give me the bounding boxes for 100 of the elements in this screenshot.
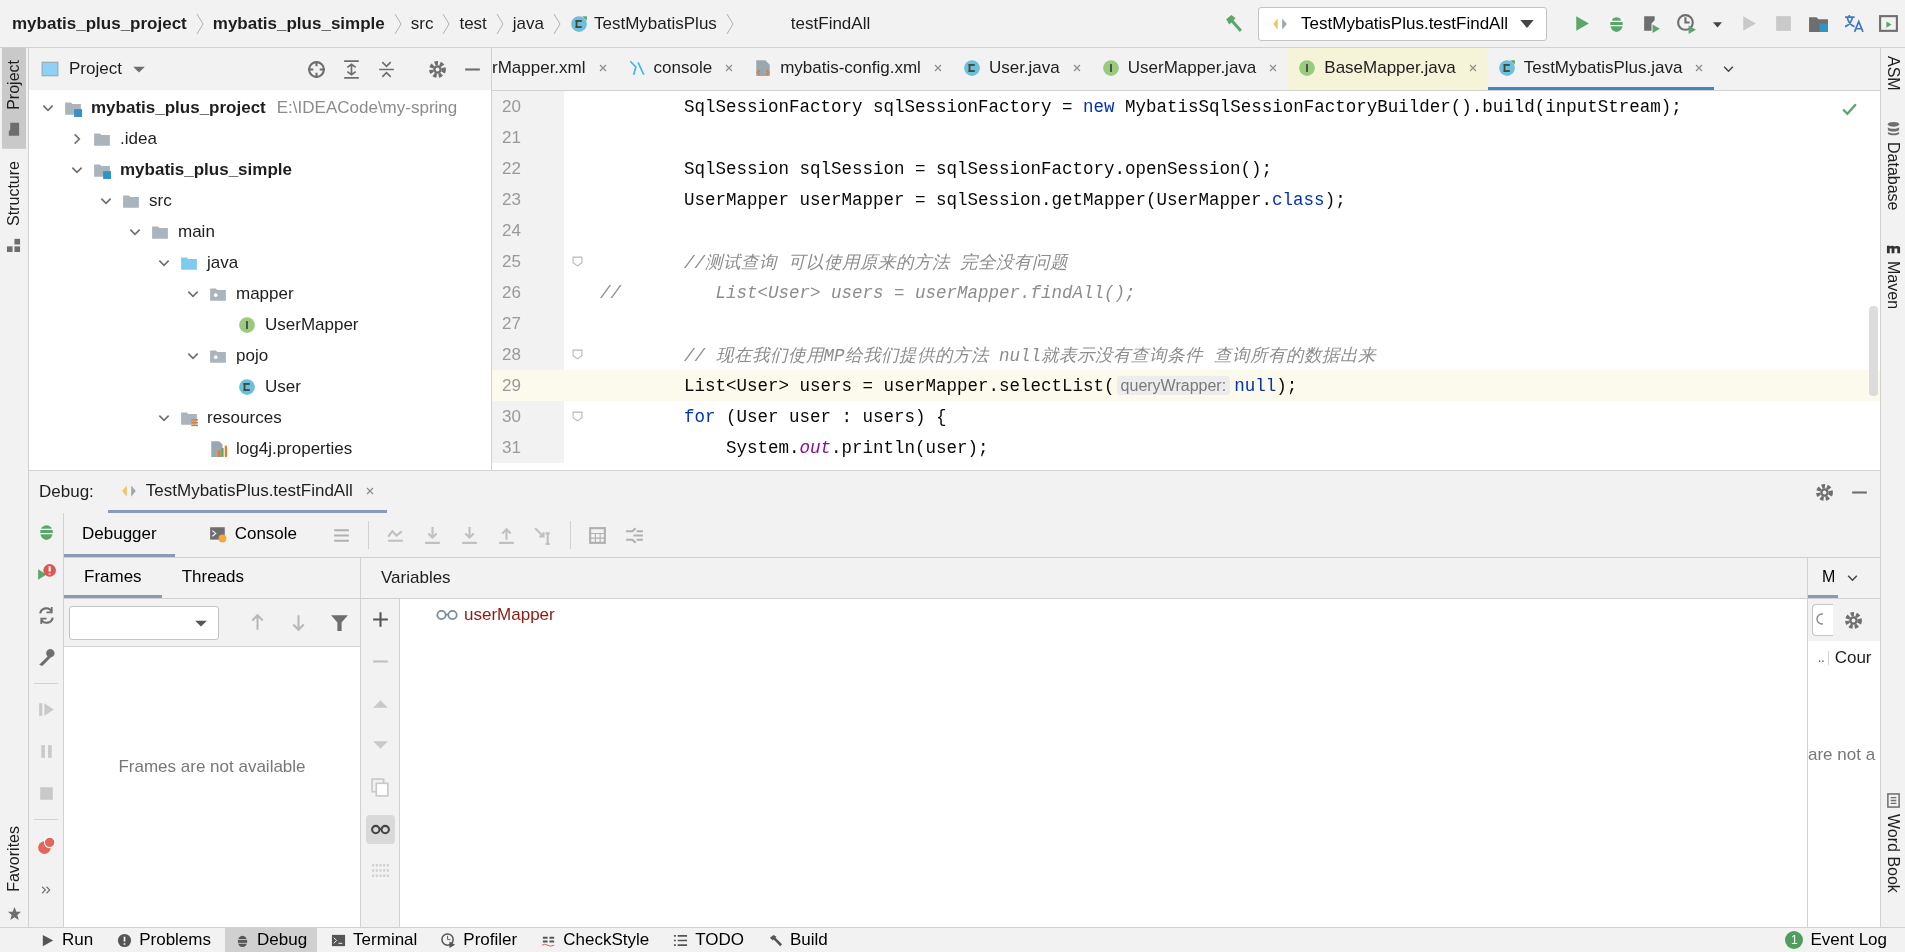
tool-window-tab[interactable]: Database	[1882, 137, 1904, 221]
coverage-icon[interactable]	[1641, 13, 1662, 34]
interface-icon	[1298, 58, 1317, 77]
editor-tab[interactable]: rMapper.xml	[492, 48, 618, 90]
frames-tab[interactable]: Threads	[161, 558, 264, 598]
editor-tab[interactable]: mybatis-config.xml	[744, 48, 953, 90]
fold-marker-icon[interactable]	[572, 349, 583, 360]
tool-window-button[interactable]: Build	[758, 928, 838, 952]
run-icon	[40, 932, 55, 948]
thread-dropdown[interactable]	[69, 605, 219, 640]
calculator-icon[interactable]	[587, 524, 609, 546]
tree-item[interactable]: mapper	[236, 283, 294, 304]
tree-item[interactable]: main	[178, 221, 215, 242]
folder-icon	[6, 121, 22, 137]
scrollbar-thumb[interactable]	[1869, 306, 1878, 396]
tree-item[interactable]: mybatis_plus_project	[91, 97, 266, 118]
caret-icon	[1520, 19, 1534, 28]
breadcrumb[interactable]: java	[512, 13, 544, 34]
tool-window-button[interactable]: TODO	[663, 928, 754, 952]
watches-toggle[interactable]	[365, 815, 395, 844]
editor-tab[interactable]: console	[617, 48, 745, 90]
breadcrumb[interactable]: src	[410, 13, 434, 34]
properties-file-icon	[209, 439, 227, 458]
watch-icon	[436, 608, 458, 622]
tool-window-button[interactable]: Debug	[225, 928, 318, 952]
settings-icon[interactable]	[1814, 481, 1835, 503]
debugger-tab[interactable]: Debugger	[64, 513, 175, 557]
event-log-button[interactable]: 1 Event Log	[1775, 928, 1897, 952]
hammer-icon[interactable]	[1223, 13, 1245, 34]
code-line: // 现在我们使用MP给我们提供的方法 null就表示没有查询条件 查询所有的数据出来	[683, 344, 1376, 367]
tree-item[interactable]: src	[149, 190, 172, 211]
class-icon	[570, 14, 588, 33]
search-field[interactable]	[1812, 604, 1833, 636]
tree-item[interactable]: pojo	[236, 345, 269, 366]
tool-window-tab[interactable]: Structure	[2, 148, 26, 265]
close-icon[interactable]	[724, 62, 735, 73]
editor-tab[interactable]: User.java	[952, 48, 1092, 90]
close-icon[interactable]	[597, 62, 608, 73]
tool-window-tab[interactable]: Word Book	[1882, 810, 1904, 903]
breadcrumb[interactable]: testFindAll	[790, 13, 871, 34]
close-icon[interactable]	[1268, 62, 1279, 73]
debugger-tab[interactable]: Console	[190, 513, 316, 557]
separator-icon	[725, 11, 734, 36]
close-icon[interactable]	[1467, 62, 1478, 73]
tree-item[interactable]: java	[207, 252, 239, 273]
profiler-icon[interactable]	[1676, 13, 1697, 34]
panel-tab[interactable]: M	[1808, 558, 1839, 598]
debug-session-tab[interactable]: TestMybatisPlus.testFindAll	[107, 471, 387, 513]
editor-tab[interactable]: UserMapper.java	[1091, 48, 1289, 90]
close-icon[interactable]	[1694, 62, 1705, 73]
breadcrumb[interactable]: TestMybatisPlus	[594, 13, 717, 34]
copy-icon[interactable]	[369, 777, 391, 798]
frames-tab[interactable]: Frames	[64, 558, 162, 598]
breakpoints-icon[interactable]	[35, 835, 57, 856]
tree-item[interactable]: resources	[207, 407, 282, 428]
structure-icon	[6, 237, 22, 253]
tree-item[interactable]: mybatis_plus_simple	[120, 159, 292, 180]
column-header: ..	[1818, 651, 1829, 665]
close-icon[interactable]	[1071, 62, 1082, 73]
tool-window-button[interactable]: CheckStyle	[531, 928, 660, 952]
tool-window-button[interactable]: Problems	[107, 928, 221, 952]
separator-icon	[442, 11, 451, 36]
line-number: 20	[492, 91, 564, 122]
book-icon	[1885, 793, 1901, 809]
locate-icon[interactable]	[306, 58, 327, 80]
module-path: E:\IDEACode\my-spring	[276, 97, 458, 118]
tool-window-button[interactable]: Run	[30, 928, 104, 952]
tree-item[interactable]: UserMapper	[265, 314, 359, 335]
tree-item[interactable]: User	[265, 376, 301, 397]
close-icon[interactable]	[932, 62, 943, 73]
editor-tab[interactable]: TestMybatisPlus.java	[1487, 48, 1715, 90]
expand-all-icon[interactable]	[341, 58, 362, 80]
code-line: List<User> users = userMapper.selectList( queryWrapper: null);	[683, 375, 1298, 396]
tree-item[interactable]: .idea	[120, 128, 157, 149]
tool-window-button[interactable]: Profiler	[431, 928, 528, 952]
translate-icon[interactable]	[1843, 13, 1864, 34]
tool-window-tab[interactable]: Project	[2, 48, 26, 149]
tool-window-button[interactable]: Terminal	[321, 928, 428, 952]
tool-window-tab[interactable]: ASM	[1882, 52, 1904, 101]
close-icon[interactable]	[364, 485, 375, 496]
fold-marker-icon[interactable]	[572, 256, 583, 267]
breadcrumb[interactable]: test	[459, 13, 487, 34]
settings-icon[interactable]	[1843, 609, 1864, 631]
editor-tab[interactable]: BaseMapper.java	[1288, 48, 1488, 90]
xml-file-icon	[754, 58, 773, 77]
breadcrumb[interactable]: mybatis_plus_simple	[212, 13, 385, 34]
column-header: Cour	[1834, 648, 1872, 668]
run-configuration-dropdown[interactable]: TestMybatisPlus.testFindAll	[1258, 6, 1547, 41]
tree-item[interactable]: log4j.properties	[236, 438, 353, 459]
empty-message: are not a	[1808, 745, 1876, 764]
tool-window-tab[interactable]: Favorites	[2, 814, 26, 904]
breadcrumb[interactable]: mybatis_plus_project	[12, 13, 187, 34]
tool-window-tab[interactable]: Maven	[1882, 257, 1904, 320]
panel-title[interactable]: Project	[69, 59, 122, 79]
window-icon[interactable]	[1878, 13, 1899, 34]
settings-icon[interactable]	[427, 58, 448, 80]
variable-name[interactable]: userMapper	[464, 605, 555, 625]
notification-badge: 1	[1785, 931, 1804, 949]
filter-icon[interactable]	[329, 612, 350, 633]
fold-marker-icon[interactable]	[572, 411, 583, 422]
